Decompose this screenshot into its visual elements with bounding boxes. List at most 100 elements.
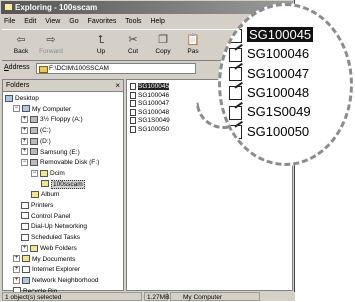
tree-item[interactable]: + Samsung (E:)	[21, 148, 80, 157]
file-item[interactable]: SG100046	[130, 91, 170, 100]
title-bar[interactable]: Exploring - 100sscam	[1, 1, 293, 14]
menu-go[interactable]: Go	[69, 18, 78, 25]
expand-icon[interactable]: +	[21, 126, 28, 134]
tree-item[interactable]: Dial-Up Networking	[21, 222, 87, 231]
toolbar-forward-button[interactable]: ⇨ Forward	[36, 32, 66, 55]
magnified-file-item: SG100050	[229, 123, 309, 140]
image-file-icon	[229, 47, 242, 62]
toolbar-up-button[interactable]: ⮤ Up	[86, 32, 116, 55]
tree-item-label: Album	[41, 191, 60, 199]
tree-item-label: Removable Disk (F:)	[40, 159, 100, 167]
magnified-file-item: SG100045	[229, 26, 314, 43]
menu-help[interactable]: Help	[150, 18, 164, 25]
tree-item-label: Dial-Up Networking	[31, 223, 87, 231]
address-label: Address	[4, 64, 30, 71]
folder-icon	[31, 191, 39, 199]
folder-icon	[39, 66, 48, 73]
printer-icon	[21, 201, 29, 209]
expand-icon[interactable]: +	[21, 148, 28, 156]
tree-item[interactable]: +3½ Floppy (A:)	[21, 115, 83, 124]
removable-disk-icon	[30, 158, 38, 166]
menu-file[interactable]: File	[4, 18, 15, 25]
tree-item[interactable]: − My Computer	[13, 105, 71, 114]
toolbar-button-label: Cut	[127, 48, 139, 55]
toolbar-copy-button[interactable]: ❐ Copy	[148, 32, 178, 55]
toolbar-pas-button[interactable]: 📋 Pas	[178, 32, 208, 55]
drive-icon	[30, 137, 38, 145]
tree-item[interactable]: Desktop	[5, 94, 39, 103]
tree-item[interactable]: + My Documents	[13, 255, 75, 264]
file-item[interactable]: SG1S0049	[130, 117, 170, 125]
folders-pane-title: Folders	[6, 82, 30, 89]
folders-pane: Folders × Desktop − My Computer +3½ Floppy …	[2, 79, 124, 295]
file-item[interactable]: SG100050	[130, 125, 170, 134]
tree-item[interactable]: + Web Folders	[21, 244, 77, 253]
close-icon[interactable]: ×	[115, 80, 120, 91]
tree-item[interactable]: + (C:)	[21, 126, 51, 135]
expand-icon[interactable]: +	[13, 255, 20, 263]
tree-item[interactable]: Scheduled Tasks	[21, 233, 80, 242]
image-file-icon	[229, 125, 242, 140]
magnified-file-name: SG100047	[247, 65, 310, 81]
image-file-icon	[130, 83, 136, 90]
file-item[interactable]: SG100047	[130, 100, 169, 108]
folder-icon	[40, 169, 48, 177]
menu-favorites[interactable]: Favorites	[88, 18, 117, 25]
expand-icon[interactable]: +	[21, 116, 28, 124]
image-file-icon	[130, 117, 136, 124]
toolbar-button-label: Back	[13, 48, 29, 55]
ie-icon	[22, 265, 30, 273]
toolbar-cut-button[interactable]: ✂ Cut	[118, 32, 148, 55]
tree-item[interactable]: − Removable Disk (F:)	[21, 158, 99, 167]
tree-item-label: Desktop	[15, 95, 39, 102]
file-item[interactable]: SG100045	[130, 83, 170, 91]
folder-icon	[22, 255, 30, 263]
file-item[interactable]: SG100048	[130, 108, 169, 117]
control-panel-icon	[21, 212, 29, 220]
address-input[interactable]: F:\DCIM\100SSCAM	[36, 63, 196, 74]
tree-item[interactable]: + Internet Explorer	[13, 265, 80, 274]
magnified-file-name: SG100048	[247, 84, 310, 100]
tree-item-label: Web Folders	[40, 244, 77, 252]
network-icon	[22, 276, 30, 284]
tree-item-label: Samsung (E:)	[40, 148, 80, 156]
expand-icon[interactable]: +	[13, 276, 20, 284]
image-file-icon	[130, 91, 136, 99]
menu-view[interactable]: View	[45, 18, 60, 25]
collapse-icon[interactable]: −	[13, 105, 20, 113]
back-arrow-icon: ⇦	[16, 34, 26, 46]
tree-item[interactable]: Control Panel	[21, 212, 70, 221]
tree-item-label: (D:)	[40, 137, 51, 145]
file-name: SG100046	[138, 91, 170, 99]
collapse-icon[interactable]: −	[21, 158, 28, 166]
tree-item-label: My Documents	[32, 255, 76, 263]
cd-drive-icon	[30, 148, 38, 156]
tree-item[interactable]: + (D:)	[21, 137, 51, 146]
status-size: 1.27MB	[144, 292, 169, 301]
image-file-icon	[130, 108, 136, 116]
collapse-icon[interactable]: −	[31, 169, 38, 177]
expand-icon[interactable]: +	[21, 244, 28, 252]
tree-item[interactable]: Album	[31, 190, 59, 199]
copy-icon: ❐	[158, 34, 168, 46]
expand-icon[interactable]: +	[21, 137, 28, 145]
menu-tools[interactable]: Tools	[125, 18, 141, 25]
file-name: SG100050	[138, 125, 170, 133]
scheduled-tasks-icon	[21, 233, 29, 241]
image-file-icon	[229, 105, 242, 120]
tree-item[interactable]: + Network Neighborhood	[13, 276, 98, 285]
file-name: SG100045	[138, 83, 170, 91]
magnified-file-item: SG100047	[229, 65, 309, 82]
status-location: My Computer	[170, 292, 260, 301]
magnified-file-name: SG1S0049	[247, 104, 311, 120]
toolbar-back-button[interactable]: ⇦ Back	[6, 32, 36, 55]
menu-edit[interactable]: Edit	[24, 18, 36, 25]
file-name: SG100047	[138, 100, 170, 108]
tree-item[interactable]: Printers	[21, 201, 53, 210]
expand-icon[interactable]: +	[13, 265, 20, 273]
forward-arrow-icon: ⇨	[46, 34, 56, 46]
tree-item[interactable]: − Dcim	[31, 169, 65, 178]
tree-item[interactable]: 100sscam	[41, 179, 85, 189]
magnified-file-name: SG100045	[247, 27, 314, 42]
tree-item-label: Dcim	[50, 169, 65, 177]
